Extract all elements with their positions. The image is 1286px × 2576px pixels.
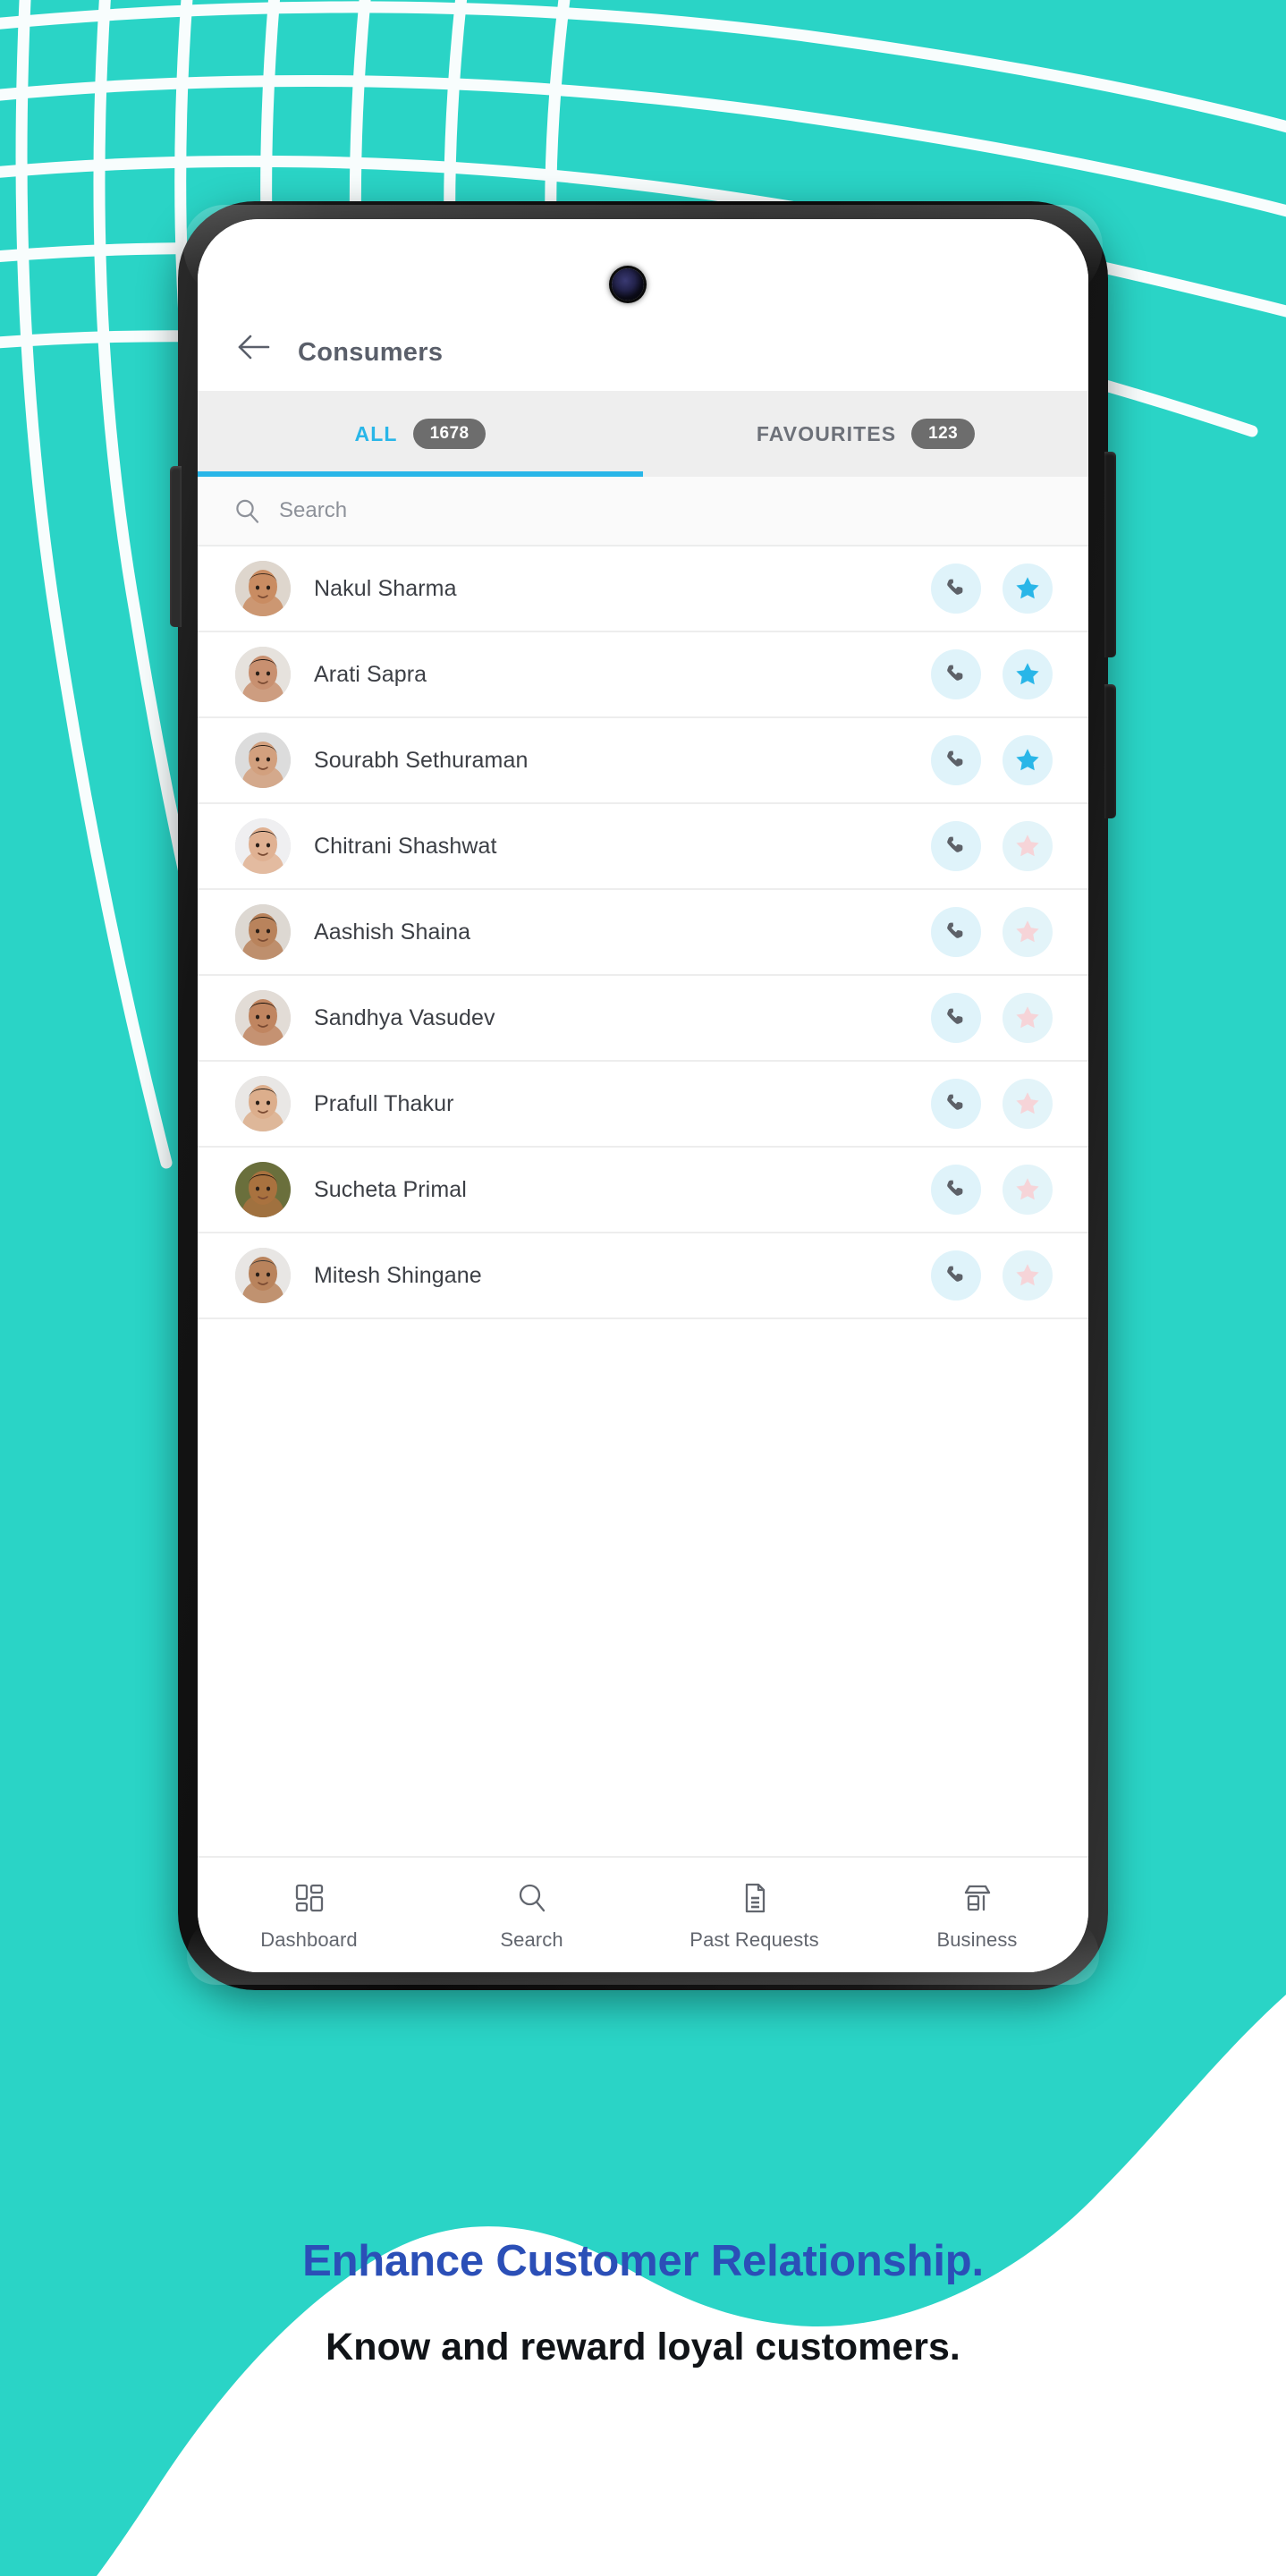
avatar xyxy=(235,1076,291,1131)
contact-list[interactable]: Nakul Sharma Arati Sapra Sourabh Sethura… xyxy=(198,547,1088,1856)
contact-name: Nakul Sharma xyxy=(314,575,457,601)
nav-label-past-requests: Past Requests xyxy=(690,1928,819,1951)
contact-row[interactable]: Sucheta Primal xyxy=(198,1148,1088,1233)
avatar xyxy=(235,904,291,960)
tab-bar: ALL 1678 FAVOURITES 123 xyxy=(198,391,1088,477)
phone-icon[interactable] xyxy=(931,993,981,1043)
contact-row-actions xyxy=(931,564,1053,614)
avatar xyxy=(235,647,291,702)
contact-name: Sucheta Primal xyxy=(314,1176,467,1202)
phone-left-button[interactable] xyxy=(170,466,182,627)
contact-row[interactable]: Nakul Sharma xyxy=(198,547,1088,632)
phone-icon[interactable] xyxy=(931,735,981,785)
avatar xyxy=(235,1162,291,1217)
contact-row-actions xyxy=(931,1079,1053,1129)
contact-row[interactable]: Sandhya Vasudev xyxy=(198,976,1088,1062)
contact-row-actions xyxy=(931,993,1053,1043)
tab-all[interactable]: ALL 1678 xyxy=(198,391,643,477)
phone-power-button[interactable] xyxy=(1104,684,1116,818)
contact-row[interactable]: Aashish Shaina xyxy=(198,890,1088,976)
nav-label-business: Business xyxy=(936,1928,1018,1951)
promo-block: Enhance Customer Relationship. Know and … xyxy=(0,2236,1286,2373)
contact-name: Sandhya Vasudev xyxy=(314,1004,495,1030)
bottom-navigation: Dashboard Search Past Requests Business xyxy=(198,1856,1088,1972)
tab-favourites-badge: 123 xyxy=(911,419,976,449)
contact-name: Mitesh Shingane xyxy=(314,1262,482,1288)
contact-row[interactable]: Prafull Thakur xyxy=(198,1062,1088,1148)
contact-row-actions xyxy=(931,1250,1053,1301)
star-icon[interactable] xyxy=(1003,735,1053,785)
contact-row-actions xyxy=(931,735,1053,785)
star-icon[interactable] xyxy=(1003,564,1053,614)
phone-icon[interactable] xyxy=(931,1250,981,1301)
document-icon xyxy=(737,1879,773,1917)
phone-icon[interactable] xyxy=(931,564,981,614)
nav-label-dashboard: Dashboard xyxy=(260,1928,358,1951)
store-icon xyxy=(960,1879,995,1917)
phone-volume-button[interactable] xyxy=(1104,452,1116,657)
star-icon[interactable] xyxy=(1003,907,1053,957)
nav-item-business[interactable]: Business xyxy=(866,1879,1088,1952)
nav-item-past-requests[interactable]: Past Requests xyxy=(643,1879,866,1952)
contact-name: Aashish Shaina xyxy=(314,919,471,945)
tab-favourites[interactable]: FAVOURITES 123 xyxy=(643,391,1088,477)
search-input[interactable]: Search xyxy=(279,498,347,523)
contact-name: Prafull Thakur xyxy=(314,1090,454,1116)
contact-row[interactable]: Arati Sapra xyxy=(198,632,1088,718)
avatar xyxy=(235,818,291,874)
phone-icon[interactable] xyxy=(931,821,981,871)
app-header: Consumers xyxy=(198,219,1088,391)
search-icon xyxy=(514,1879,550,1917)
arrow-left-icon[interactable] xyxy=(233,326,275,368)
contact-name: Arati Sapra xyxy=(314,661,427,687)
phone-icon[interactable] xyxy=(931,1165,981,1215)
star-icon[interactable] xyxy=(1003,1079,1053,1129)
search-icon xyxy=(233,497,261,525)
tab-favourites-label: FAVOURITES xyxy=(756,421,897,445)
avatar xyxy=(235,561,291,616)
star-icon[interactable] xyxy=(1003,993,1053,1043)
front-camera-punch-hole xyxy=(612,268,644,301)
contact-row-actions xyxy=(931,907,1053,957)
nav-item-dashboard[interactable]: Dashboard xyxy=(198,1879,420,1952)
nav-label-search: Search xyxy=(500,1928,563,1951)
promo-headline: Enhance Customer Relationship. xyxy=(302,2237,984,2285)
phone-icon[interactable] xyxy=(931,907,981,957)
page-title: Consumers xyxy=(298,338,444,367)
dashboard-grid-icon xyxy=(292,1879,327,1917)
contact-name: Chitrani Shashwat xyxy=(314,833,497,859)
phone-screen: Consumers ALL 1678 FAVOURITES 123 Search… xyxy=(198,219,1088,1972)
avatar xyxy=(235,733,291,788)
contact-row-actions xyxy=(931,821,1053,871)
contact-row[interactable]: Mitesh Shingane xyxy=(198,1233,1088,1319)
nav-item-search[interactable]: Search xyxy=(420,1879,643,1952)
contact-row-actions xyxy=(931,1165,1053,1215)
phone-mockup: Consumers ALL 1678 FAVOURITES 123 Search… xyxy=(170,201,1116,1990)
contact-row[interactable]: Sourabh Sethuraman xyxy=(198,718,1088,804)
promo-subtext: Know and reward loyal customers. xyxy=(326,2325,960,2368)
star-icon[interactable] xyxy=(1003,649,1053,699)
phone-icon[interactable] xyxy=(931,1079,981,1129)
tab-all-label: ALL xyxy=(354,421,398,445)
phone-icon[interactable] xyxy=(931,649,981,699)
star-icon[interactable] xyxy=(1003,1165,1053,1215)
search-bar[interactable]: Search xyxy=(198,477,1088,547)
tab-all-badge: 1678 xyxy=(412,419,486,449)
avatar xyxy=(235,1248,291,1303)
avatar xyxy=(235,990,291,1046)
contact-row[interactable]: Chitrani Shashwat xyxy=(198,804,1088,890)
contact-row-actions xyxy=(931,649,1053,699)
star-icon[interactable] xyxy=(1003,821,1053,871)
contact-name: Sourabh Sethuraman xyxy=(314,747,529,773)
star-icon[interactable] xyxy=(1003,1250,1053,1301)
